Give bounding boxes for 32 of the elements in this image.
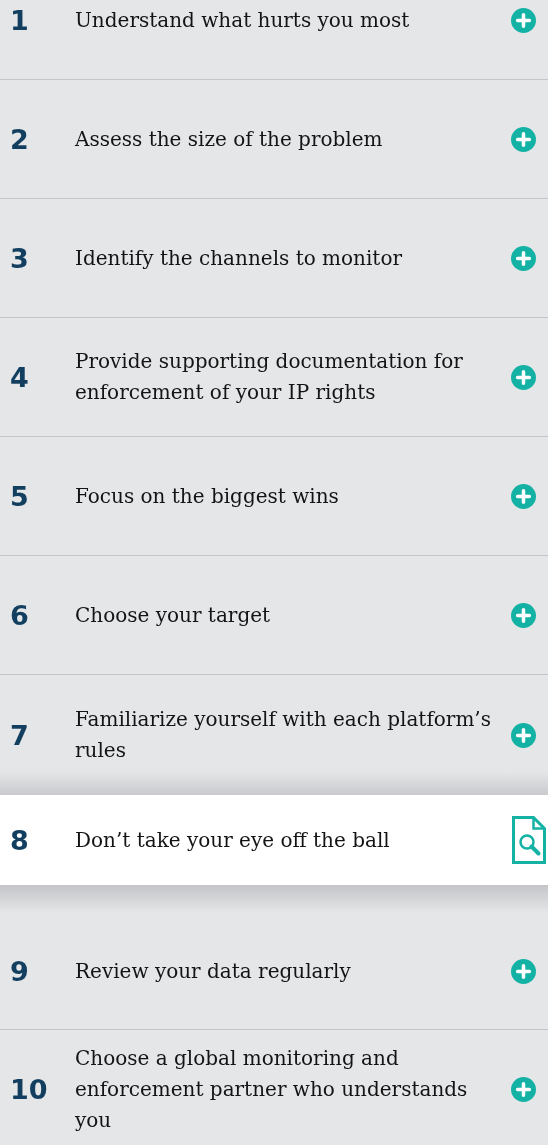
step-title: Assess the size of the problem: [75, 125, 384, 153]
step-title: Identify the channels to monitor: [75, 244, 403, 272]
expand-icon[interactable]: [511, 722, 536, 748]
expand-icon[interactable]: [511, 602, 536, 628]
step-number: 4: [9, 361, 30, 393]
step-title: Familiarize yourself with each platform’s rules: [75, 706, 492, 764]
document-search-icon[interactable]: [512, 816, 546, 864]
step-number: 3: [9, 242, 30, 274]
step-number: 9: [9, 955, 30, 987]
step-number: 1: [9, 4, 30, 36]
step-row[interactable]: 8 Don’t take your eye off the ball: [0, 795, 548, 885]
step-number: 5: [9, 480, 30, 512]
expand-icon[interactable]: [511, 1076, 536, 1102]
step-title: Understand what hurts you most: [75, 6, 411, 34]
expand-icon[interactable]: [511, 483, 536, 509]
step-number: 8: [9, 824, 30, 856]
expand-icon[interactable]: [511, 245, 536, 271]
step-title: Don’t take your eye off the ball: [75, 826, 391, 854]
step-title: Provide supporting documentation for enforcement of your IP rights: [75, 348, 464, 406]
step-number: 7: [9, 719, 30, 751]
step-title: Review your data regularly: [75, 957, 352, 985]
expand-icon[interactable]: [511, 126, 536, 152]
step-number: 6: [9, 599, 30, 631]
step-title: Choose a global monitoring and enforcement partner who understands you: [75, 1044, 469, 1134]
expand-icon[interactable]: [511, 7, 536, 33]
step-number: 2: [9, 123, 30, 155]
step-number: 10: [9, 1073, 49, 1105]
expand-icon[interactable]: [511, 958, 536, 984]
expand-icon[interactable]: [511, 364, 536, 390]
step-row[interactable]: 9 Review your data regularly: [0, 885, 548, 1030]
step-title: Focus on the biggest wins: [75, 482, 340, 510]
step-title: Choose your target: [75, 601, 272, 629]
